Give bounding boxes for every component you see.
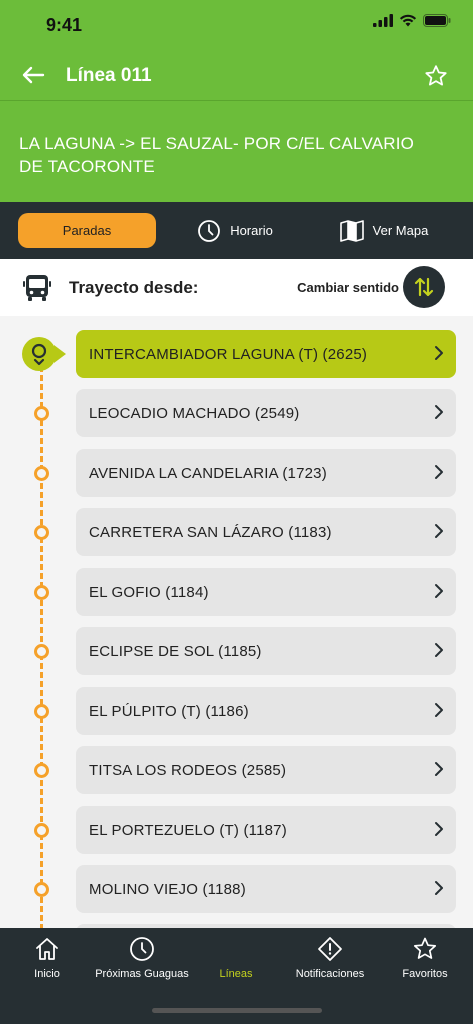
stop-card[interactable]: EL GOFIO (1184) bbox=[76, 568, 456, 616]
star-outline-icon bbox=[425, 65, 447, 86]
stop-label: EL GOFIO (1184) bbox=[89, 583, 209, 601]
stop-dot-icon bbox=[34, 525, 49, 540]
nav-lineas-label: Líneas bbox=[219, 968, 253, 980]
stop-card[interactable]: EL PORTEZUELO (T) (1187) bbox=[76, 806, 456, 854]
tab-ver-mapa[interactable]: Ver Mapa bbox=[334, 213, 434, 248]
route-name: LA LAGUNA -> EL SAUZAL- POR C/EL CALVARI… bbox=[19, 134, 415, 176]
stop-card[interactable]: CARRETERA SAN LÁZARO (1183) bbox=[76, 508, 456, 556]
stop-card-active[interactable]: INTERCAMBIADOR LAGUNA (T) (2625) bbox=[76, 330, 456, 378]
nav-proximas-guaguas[interactable]: Próximas Guaguas bbox=[92, 936, 192, 980]
nav-inicio-label: Inicio bbox=[34, 968, 60, 980]
stop-card[interactable]: ECLIPSE DE SOL (1185) bbox=[76, 627, 456, 675]
swap-vertical-icon bbox=[414, 277, 434, 297]
change-direction-label[interactable]: Cambiar sentido bbox=[297, 280, 399, 295]
alert-diamond-icon bbox=[318, 937, 342, 961]
stops-list: INTERCAMBIADOR LAGUNA (T) (2625) LEOCADI… bbox=[0, 316, 473, 928]
direction-label: Trayecto desde: bbox=[69, 278, 199, 297]
stop-label: EL PÚLPITO (T) (1186) bbox=[89, 702, 249, 720]
stop-label: MOLINO VIEJO (1188) bbox=[89, 880, 246, 898]
chevron-right-icon bbox=[435, 465, 443, 479]
battery-icon bbox=[423, 14, 451, 27]
stop-dot-icon bbox=[34, 585, 49, 600]
clock-icon bbox=[130, 937, 154, 961]
home-icon bbox=[36, 938, 58, 960]
stop-dot-icon bbox=[34, 882, 49, 897]
tab-horario-label: Horario bbox=[230, 223, 273, 238]
back-button[interactable] bbox=[18, 60, 48, 90]
list-item: LEOCADIO MACHADO (2549) bbox=[0, 389, 473, 437]
favorite-button[interactable] bbox=[421, 61, 451, 91]
chevron-right-icon bbox=[435, 822, 443, 836]
stop-card[interactable]: AVENIDA LA CANDELARIA (1723) bbox=[76, 449, 456, 497]
nav-notificaciones-label: Notificaciones bbox=[295, 968, 365, 980]
change-direction-button[interactable] bbox=[403, 266, 445, 308]
nav-notificaciones[interactable]: Notificaciones bbox=[282, 936, 378, 980]
stop-label: INTERCAMBIADOR LAGUNA (T) (2625) bbox=[89, 345, 368, 363]
status-bar: 9:41 bbox=[0, 0, 473, 50]
list-item: CARRETERA SAN LÁZARO (1183) bbox=[0, 508, 473, 556]
chevron-right-icon bbox=[435, 524, 443, 538]
stop-card[interactable]: LEOCADIO MACHADO (2549) bbox=[76, 389, 456, 437]
chevron-right-icon bbox=[435, 643, 443, 657]
status-icons bbox=[373, 14, 451, 27]
tab-paradas[interactable]: Paradas bbox=[18, 213, 156, 248]
clock-icon bbox=[198, 219, 221, 242]
nav-favoritos-label: Favoritos bbox=[402, 968, 448, 980]
chevron-right-icon bbox=[435, 405, 443, 419]
list-item: TITSA LOS RODEOS (2585) bbox=[0, 746, 473, 794]
stop-label: EL PORTEZUELO (T) (1187) bbox=[89, 821, 287, 839]
stop-dot-icon bbox=[34, 823, 49, 838]
stop-label: LEOCADIO MACHADO (2549) bbox=[89, 404, 300, 422]
stop-card[interactable]: MOLINO VIEJO (1188) bbox=[76, 865, 456, 913]
status-time: 9:41 bbox=[46, 15, 83, 35]
stop-dot-icon bbox=[34, 763, 49, 778]
stop-card[interactable]: EL PÚLPITO (T) (1186) bbox=[76, 687, 456, 735]
nav-bar: Línea 011 bbox=[0, 50, 473, 101]
direction-row: Trayecto desde: Cambiar sentido bbox=[0, 259, 473, 316]
arrow-left-icon bbox=[22, 66, 45, 84]
map-icon bbox=[339, 219, 364, 242]
stop-label: AVENIDA LA CANDELARIA (1723) bbox=[89, 464, 327, 482]
stop-label: TITSA LOS RODEOS (2585) bbox=[89, 761, 287, 779]
nav-inicio[interactable]: Inicio bbox=[22, 936, 72, 980]
segmented-tabs: Paradas Horario Ver Mapa bbox=[0, 202, 473, 259]
chevron-right-icon bbox=[435, 881, 443, 895]
route-header: LA LAGUNA -> EL SAUZAL- POR C/EL CALVARI… bbox=[0, 101, 473, 202]
home-indicator bbox=[152, 1008, 322, 1013]
bus-icon bbox=[23, 275, 51, 301]
signal-icon bbox=[373, 14, 393, 27]
stop-dot-icon bbox=[34, 644, 49, 659]
chevron-right-icon bbox=[435, 346, 443, 360]
list-item: EL PORTEZUELO (T) (1187) bbox=[0, 806, 473, 854]
chevron-right-icon bbox=[435, 703, 443, 717]
list-item: AVENIDA LA CANDELARIA (1723) bbox=[0, 449, 473, 497]
chevron-right-icon bbox=[435, 584, 443, 598]
list-item: EL GOFIO (1184) bbox=[0, 568, 473, 616]
nav-proximas-guaguas-label: Próximas Guaguas bbox=[95, 968, 189, 980]
tab-ver-mapa-label: Ver Mapa bbox=[372, 223, 429, 238]
nav-favoritos[interactable]: Favoritos bbox=[394, 936, 456, 980]
page-title: Línea 011 bbox=[66, 65, 152, 86]
star-icon bbox=[413, 937, 437, 959]
stop-label: CARRETERA SAN LÁZARO (1183) bbox=[89, 523, 332, 541]
tab-paradas-label: Paradas bbox=[62, 223, 112, 238]
list-item: MOLINO VIEJO (1188) bbox=[0, 865, 473, 913]
chevron-right-icon bbox=[435, 762, 443, 776]
lineas-icon bbox=[223, 936, 249, 962]
list-item: ECLIPSE DE SOL (1185) bbox=[0, 627, 473, 675]
stop-card[interactable]: TITSA LOS RODEOS (2585) bbox=[76, 746, 456, 794]
wifi-icon bbox=[399, 14, 417, 27]
stop-dot-icon bbox=[34, 704, 49, 719]
nav-lineas[interactable]: Líneas bbox=[206, 936, 266, 980]
stop-label: ECLIPSE DE SOL (1185) bbox=[89, 642, 262, 660]
stop-dot-icon bbox=[34, 466, 49, 481]
start-stop-marker-icon bbox=[22, 337, 66, 371]
list-item: INTERCAMBIADOR LAGUNA (T) (2625) bbox=[0, 330, 473, 378]
stop-dot-icon bbox=[34, 406, 49, 421]
list-item: EL PÚLPITO (T) (1186) bbox=[0, 687, 473, 735]
tab-horario[interactable]: Horario bbox=[190, 213, 280, 248]
